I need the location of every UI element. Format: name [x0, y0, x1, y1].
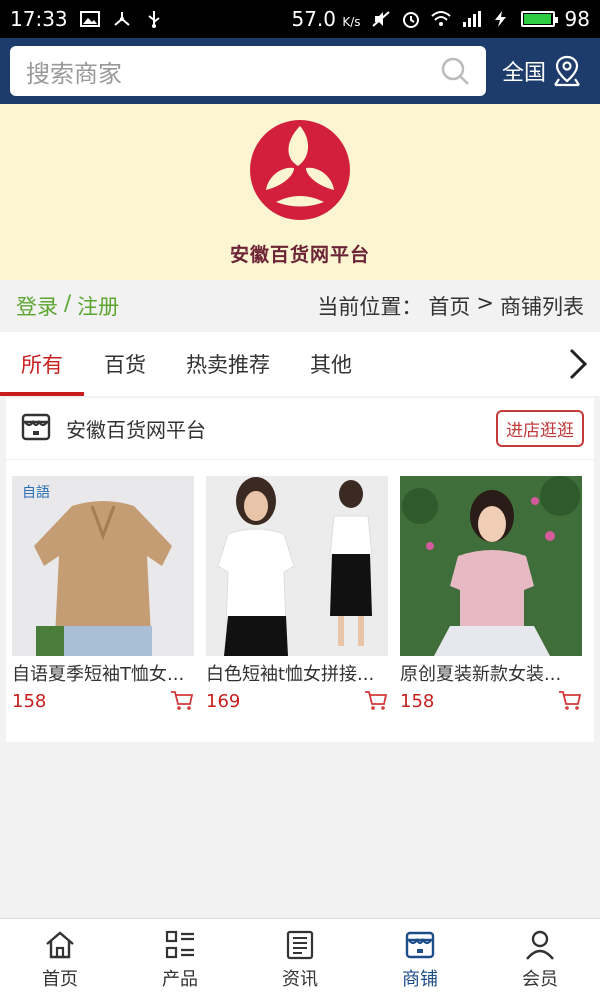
register-link[interactable]: 注册: [77, 291, 119, 321]
store-icon[interactable]: [404, 929, 436, 961]
tab-general-merchandise[interactable]: 百货: [84, 332, 166, 396]
nav-member-label[interactable]: 会员: [522, 965, 558, 991]
breadcrumb-current: 商铺列表: [500, 295, 584, 319]
alarm-icon: [402, 12, 419, 28]
search-header: 搜索商家 全国: [0, 38, 600, 104]
cart-icon[interactable]: [558, 690, 582, 712]
cart-icon[interactable]: [170, 690, 194, 712]
tab-hot-recommend[interactable]: 热卖推荐: [166, 332, 290, 396]
location-prefix: 当前位置：: [317, 295, 423, 319]
region-label[interactable]: 全国: [502, 55, 546, 87]
login-link[interactable]: 登录: [16, 291, 58, 321]
breadcrumb-home[interactable]: 首页: [428, 291, 470, 321]
mute-icon: [371, 11, 390, 27]
nav-home-label[interactable]: 首页: [42, 965, 78, 991]
tab-all[interactable]: 所有: [0, 332, 84, 396]
home-icon[interactable]: [44, 929, 76, 961]
product-price: 169: [206, 690, 241, 712]
grid-list-icon[interactable]: [164, 929, 196, 961]
search-box[interactable]: 搜索商家: [10, 46, 486, 96]
nav-news-label[interactable]: 资讯: [282, 965, 318, 991]
breadcrumb: 当前位置： 首页 > 商铺列表: [317, 291, 584, 321]
enter-shop-button[interactable]: 进店逛逛: [496, 410, 584, 447]
location-bar: 登录 / 注册 当前位置： 首页 > 商铺列表: [0, 280, 600, 332]
nav-stores[interactable]: 商铺: [360, 919, 480, 1000]
breadcrumb-arrow: >: [476, 291, 494, 315]
nav-products[interactable]: 产品: [120, 919, 240, 1000]
product-image[interactable]: [206, 476, 388, 656]
product-name[interactable]: 白色短袖t恤女拼接...: [206, 660, 388, 686]
battery-level: 98: [564, 7, 590, 31]
shop-name[interactable]: 安徽百货网平台: [66, 414, 206, 443]
nav-stores-label[interactable]: 商铺: [402, 965, 438, 991]
wifi-icon: [430, 11, 451, 26]
network-speed: 57.0 K/s: [291, 7, 361, 31]
brand-logo: [248, 118, 352, 226]
product-list: 自語 自语夏季短袖T恤女... 158 白色短袖t恤女拼接... 169 原创夏…: [6, 460, 594, 712]
tab-other[interactable]: 其他: [290, 332, 372, 396]
location-pin-icon[interactable]: [552, 55, 582, 87]
product-name[interactable]: 原创夏装新款女装...: [400, 660, 582, 686]
brand-banner: 安徽百货网平台: [0, 104, 600, 280]
chevron-right-icon[interactable]: [567, 347, 589, 381]
store-icon: [20, 411, 52, 447]
battery-icon: [520, 11, 558, 27]
region-selector[interactable]: 全国: [502, 55, 582, 87]
product-image[interactable]: 自語: [12, 476, 194, 656]
login-register: 登录 / 注册: [16, 291, 119, 321]
product-price: 158: [12, 690, 47, 712]
image-icon: [79, 11, 100, 27]
product-card[interactable]: 白色短袖t恤女拼接... 169: [206, 476, 388, 712]
bottom-nav: 首页 产品 资讯 商铺 会员: [0, 918, 600, 1000]
category-tabs: 所有 百货 热卖推荐 其他: [0, 332, 600, 396]
search-placeholder[interactable]: 搜索商家: [26, 54, 440, 89]
nav-home[interactable]: 首页: [0, 919, 120, 1000]
brand-name: 安徽百货网平台: [229, 243, 370, 266]
product-price: 158: [400, 690, 435, 712]
product-name[interactable]: 自语夏季短袖T恤女...: [12, 660, 194, 686]
tabs-more-button[interactable]: [556, 332, 600, 396]
charging-icon: [494, 11, 506, 27]
usb-icon: [148, 11, 160, 28]
signal-icon: [462, 11, 481, 27]
product-badge: 自語: [22, 485, 50, 501]
login-separator: /: [64, 291, 72, 315]
shop-header: 安徽百货网平台 进店逛逛: [6, 398, 594, 460]
cart-icon[interactable]: [364, 690, 388, 712]
search-icon[interactable]: [440, 56, 470, 86]
news-icon[interactable]: [284, 929, 316, 961]
status-time: 17:33: [10, 7, 68, 31]
nav-member[interactable]: 会员: [480, 919, 600, 1000]
share-icon: [113, 12, 130, 26]
shop-card: 安徽百货网平台 进店逛逛 自語 自语夏季短袖T恤女... 158 白色短袖t恤女…: [6, 398, 594, 742]
product-card[interactable]: 自語 自语夏季短袖T恤女... 158: [12, 476, 194, 712]
nav-news[interactable]: 资讯: [240, 919, 360, 1000]
nav-products-label[interactable]: 产品: [162, 965, 198, 991]
product-image[interactable]: [400, 476, 582, 656]
product-card[interactable]: 原创夏装新款女装... 158: [400, 476, 582, 712]
status-bar: 17:33 57.0 K/s 98: [0, 0, 600, 38]
user-icon[interactable]: [524, 929, 556, 961]
